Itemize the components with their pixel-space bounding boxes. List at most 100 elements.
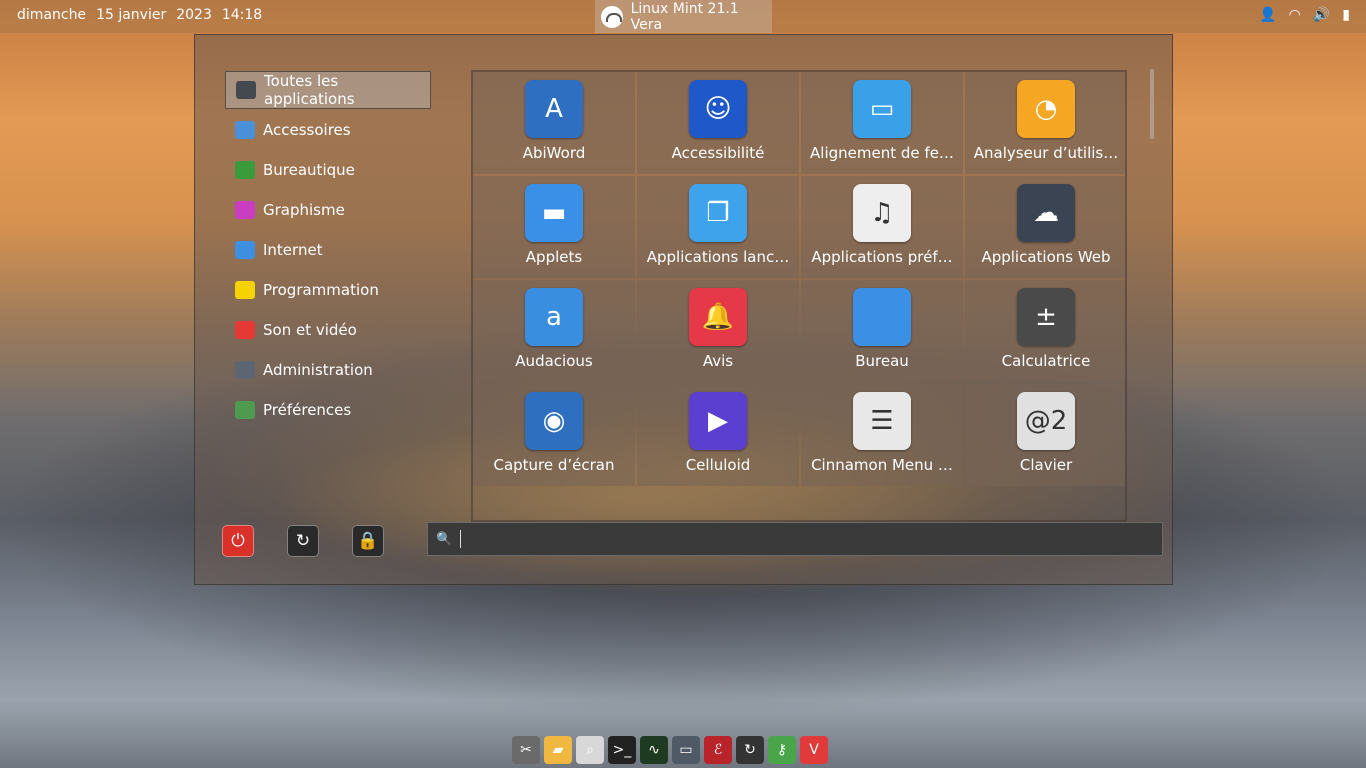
app-tile[interactable]: @2 Clavier <box>965 384 1125 486</box>
app-glyph: ▶ <box>708 406 728 436</box>
category-pr-f-rences[interactable]: Préférences <box>225 391 431 429</box>
app-label: Alignement de fe… <box>810 144 954 162</box>
category-toutes-les-applications[interactable]: Toutes les applications <box>225 71 431 109</box>
keyboard-icon: @2 <box>1017 392 1075 450</box>
lock-button[interactable]: 🔒 <box>352 525 384 557</box>
dock-item-update[interactable]: ↻ <box>736 736 764 764</box>
app-tile[interactable]: ▶ Celluloid <box>637 384 799 486</box>
volume-icon[interactable]: 🔊 <box>1313 7 1330 23</box>
app-label: Avis <box>702 352 734 370</box>
text-editor-icon: ℰ <box>713 742 723 758</box>
power-button[interactable]: ⏻ <box>222 525 254 557</box>
app-glyph: ☰ <box>870 406 894 436</box>
clock-time: 14:18 <box>221 7 263 23</box>
dock-item-folder[interactable]: ▰ <box>544 736 572 764</box>
gear-icon <box>235 361 255 379</box>
category-programmation[interactable]: Programmation <box>225 271 431 309</box>
window-title: Linux Mint 21.1 Vera <box>630 0 739 33</box>
user-icon[interactable]: 👤 <box>1259 7 1276 23</box>
search-icon: 🔍 <box>436 531 453 547</box>
app-glyph: @2 <box>1024 406 1068 436</box>
app-label: Capture d’écran <box>493 456 615 474</box>
app-glyph: ± <box>1035 302 1057 332</box>
category-label: Toutes les applications <box>264 72 355 108</box>
logout-button[interactable]: ↻ <box>287 525 319 557</box>
scissors-icon: ✂ <box>520 742 532 758</box>
app-label: Celluloid <box>685 456 751 474</box>
search-input[interactable] <box>460 530 1156 548</box>
preferred-apps-icon: ♫ <box>853 184 911 242</box>
battery-icon[interactable]: ▮ <box>1342 7 1350 23</box>
app-tile[interactable]: ❐ Applications lanc… <box>637 176 799 278</box>
dock-item-terminal[interactable]: >_ <box>608 736 636 764</box>
dock-item-magnifier[interactable]: ⌕ <box>576 736 604 764</box>
app-tile[interactable]: ♫ Applications préf… <box>801 176 963 278</box>
app-tile[interactable]: ☁ Applications Web <box>965 176 1125 278</box>
app-glyph: ▬ <box>541 198 567 228</box>
dock-item-system-monitor[interactable]: ∿ <box>640 736 668 764</box>
dock-item-scissors[interactable]: ✂ <box>512 736 540 764</box>
category-administration[interactable]: Administration <box>225 351 431 389</box>
category-son-et-vid-o[interactable]: Son et vidéo <box>225 311 431 349</box>
dock-item-text-editor[interactable]: ℰ <box>704 736 732 764</box>
app-tile[interactable]: ± Calculatrice <box>965 280 1125 382</box>
app-tile[interactable]: ☺ Accessibilité <box>637 72 799 174</box>
app-glyph: a <box>546 302 562 332</box>
app-tile[interactable]: ◉ Capture d’écran <box>473 384 635 486</box>
app-label: Applets <box>525 248 583 266</box>
app-tile[interactable]: ◔ Analyseur d’utilis… <box>965 72 1125 174</box>
app-grid: A AbiWord ☺ Accessibilité ▭ Alignement de fe…… <box>473 72 1125 486</box>
app-label: AbiWord <box>522 144 586 162</box>
window-title-chip[interactable]: Linux Mint 21.1 Vera <box>595 0 772 33</box>
app-tile[interactable]: a Audacious <box>473 280 635 382</box>
app-grid-scrollbar[interactable] <box>1150 69 1154 139</box>
app-glyph: ▭ <box>869 94 895 124</box>
app-tile[interactable]: ▭ Alignement de fe… <box>801 72 963 174</box>
app-tile[interactable]: Bureau <box>801 280 963 382</box>
magnifier-icon: ⌕ <box>586 742 594 758</box>
dock: ✂ ▰ ⌕ >_ ∿ ▭ ℰ ↻ ⚷ V <box>512 736 828 764</box>
category-label: Son et vidéo <box>263 321 357 339</box>
app-tile[interactable]: ▬ Applets <box>473 176 635 278</box>
linux-mint-logo-icon <box>601 5 623 28</box>
app-tile[interactable]: ☰ Cinnamon Menu … <box>801 384 963 486</box>
clock-date: 15 janvier <box>96 7 167 23</box>
system-tray: 👤 ◠ 🔊 ▮ <box>1259 7 1350 23</box>
dock-item-display[interactable]: ▭ <box>672 736 700 764</box>
disk-usage-icon: ◔ <box>1017 80 1075 138</box>
app-glyph: 🔔 <box>701 302 735 332</box>
app-label: Accessibilité <box>671 144 765 162</box>
app-label: Applications Web <box>981 248 1111 266</box>
category-graphisme[interactable]: Graphisme <box>225 191 431 229</box>
menu-editor-icon: ☰ <box>853 392 911 450</box>
monitor-icon <box>236 81 256 99</box>
bell-icon: 🔔 <box>689 288 747 346</box>
app-tile[interactable]: 🔔 Avis <box>637 280 799 382</box>
wifi-icon[interactable]: ◠ <box>1289 7 1301 23</box>
office-icon <box>235 161 255 179</box>
logout-icon: ↻ <box>295 531 311 551</box>
category-label: Programmation <box>263 281 379 299</box>
startup-apps-icon: ❐ <box>689 184 747 242</box>
window-align-icon: ▭ <box>853 80 911 138</box>
app-glyph: A <box>545 94 563 124</box>
app-label: Analyseur d’utilis… <box>973 144 1119 162</box>
search-box[interactable]: 🔍 <box>427 522 1163 556</box>
top-panel: dimanche 15 janvier 2023 14:18 Linux Min… <box>0 0 1366 33</box>
category-bureautique[interactable]: Bureautique <box>225 151 431 189</box>
applets-icon: ▬ <box>525 184 583 242</box>
application-menu: Toutes les applications Accessoires Bureau… <box>194 34 1173 585</box>
panel-clock[interactable]: dimanche 15 janvier 2023 14:18 <box>17 7 262 23</box>
dock-item-key[interactable]: ⚷ <box>768 736 796 764</box>
category-internet[interactable]: Internet <box>225 231 431 269</box>
power-icon: ⏻ <box>231 531 245 551</box>
palette-icon <box>235 201 255 219</box>
celluloid-icon: ▶ <box>689 392 747 450</box>
clock-day: dimanche <box>17 7 87 23</box>
code-icon <box>235 281 255 299</box>
app-tile[interactable]: A AbiWord <box>473 72 635 174</box>
app-glyph: ❐ <box>706 198 730 228</box>
app-label: Bureau <box>855 352 909 370</box>
dock-item-vivaldi[interactable]: V <box>800 736 828 764</box>
category-accessoires[interactable]: Accessoires <box>225 111 431 149</box>
